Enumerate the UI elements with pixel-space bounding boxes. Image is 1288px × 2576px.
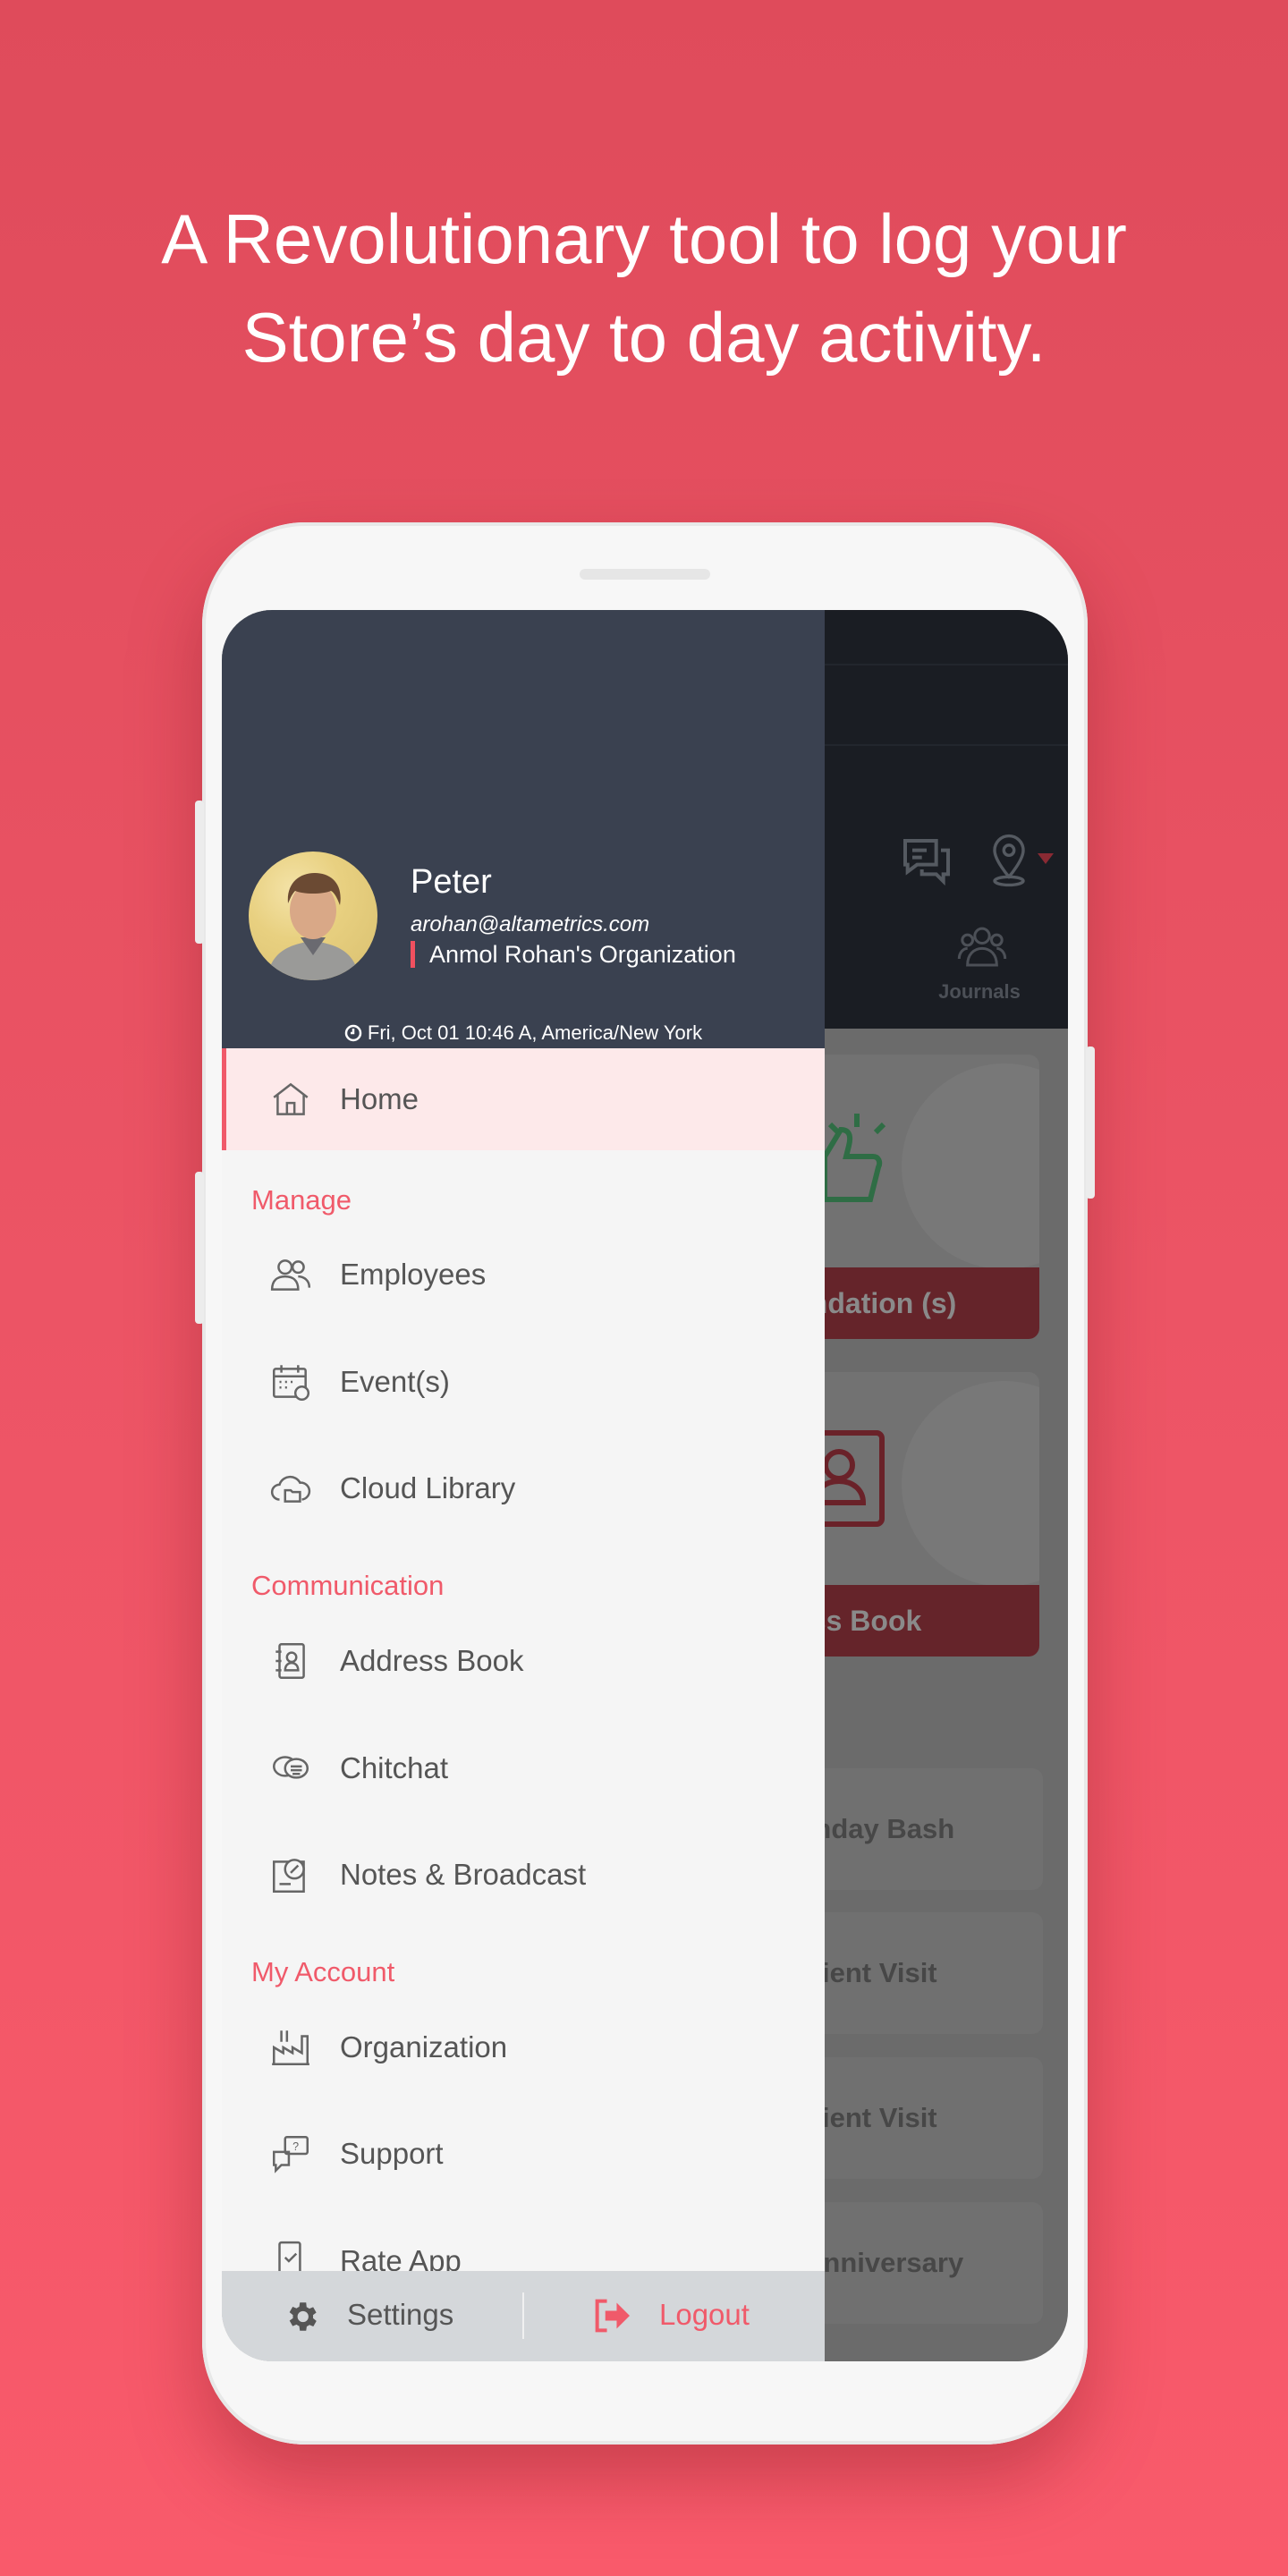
drawer-footer: Settings Logout (222, 2271, 825, 2361)
card-label: endation (s) (794, 1267, 1039, 1339)
address-book-icon (275, 1643, 305, 1679)
menu-item-notes-broadcast[interactable]: Notes & Broadcast (222, 1830, 825, 1919)
menu-label: Employees (340, 1258, 487, 1291)
home-icon (273, 1082, 309, 1115)
navigation-drawer: Peter arohan@altametrics.com Anmol Rohan… (222, 610, 825, 2361)
datetime-text: Fri, Oct 01 10:46 A, America/New York (367, 1021, 703, 1044)
menu-item-home-content[interactable]: Home (222, 1055, 825, 1144)
menu-item-support[interactable]: ? Support (222, 2109, 825, 2199)
phone-speaker (580, 569, 710, 580)
avatar[interactable] (249, 852, 377, 980)
settings-label: Settings (347, 2298, 454, 2331)
menu-item-employees[interactable]: Employees (222, 1230, 825, 1319)
location-icon[interactable] (984, 832, 1034, 889)
organization-name[interactable]: Anmol Rohan's Organization (411, 941, 736, 968)
menu-item-address-book[interactable]: Address Book (222, 1616, 825, 1706)
list-item[interactable]: Client Visit (794, 2057, 1043, 2179)
chat-icon (273, 1756, 309, 1779)
svg-text:?: ? (292, 2140, 299, 2153)
broadcast-icon (273, 1859, 305, 1893)
menu-label: Chitchat (340, 1751, 449, 1784)
menu-label: Notes & Broadcast (340, 1858, 587, 1891)
section-my-account: My Account (251, 1956, 395, 1987)
logout-label: Logout (659, 2298, 750, 2331)
phone-side-button (195, 1172, 204, 1324)
chat-icon[interactable] (898, 834, 955, 891)
dashboard-card[interactable]: endation (s) (794, 1055, 1039, 1339)
logout-button[interactable]: Logout (524, 2271, 825, 2361)
dropdown-caret-icon[interactable] (1038, 853, 1054, 864)
headline-line-2: Store’s day to day activity. (242, 298, 1046, 377)
menu-item-chitchat[interactable]: Chitchat (222, 1724, 825, 1813)
settings-button[interactable]: Settings (222, 2271, 522, 2361)
phone-side-button (195, 801, 204, 944)
menu-label: Home (340, 1082, 419, 1115)
phone-side-button (1086, 1046, 1095, 1199)
journals-icon[interactable] (957, 923, 1007, 970)
list-item[interactable]: Client Visit (794, 1912, 1043, 2034)
dashboard-card[interactable]: ess Book (794, 1372, 1039, 1657)
user-email: arohan@altametrics.com (411, 912, 650, 936)
user-name: Peter (411, 863, 492, 901)
cloud-folder-icon (271, 1475, 311, 1503)
headline: A Revolutionary tool to log your Store’s… (0, 190, 1288, 386)
card-label: ess Book (794, 1585, 1039, 1657)
employees-icon (270, 1259, 311, 1291)
gear-icon (289, 2302, 317, 2331)
menu-label: Support (340, 2137, 444, 2170)
tab-journals[interactable]: Journals (919, 980, 1039, 1004)
list-item[interactable]: Anniversary (794, 2202, 1043, 2324)
section-manage: Manage (251, 1184, 352, 1216)
section-communication: Communication (251, 1570, 445, 1601)
menu-label: Address Book (340, 1644, 524, 1677)
menu-label: Cloud Library (340, 1471, 516, 1504)
clock-icon (344, 1024, 362, 1042)
support-icon: ? (273, 2136, 309, 2174)
menu-item-events[interactable]: Event(s) (222, 1337, 825, 1427)
list-item[interactable]: rthday Bash (794, 1768, 1043, 1890)
drawer-header: Peter arohan@altametrics.com Anmol Rohan… (222, 610, 825, 1048)
headline-line-1: A Revolutionary tool to log your (161, 199, 1127, 278)
datetime: Fri, Oct 01 10:46 A, America/New York (222, 1021, 825, 1045)
menu-item-organization[interactable]: Organization (222, 2003, 825, 2092)
menu-item-cloud-library[interactable]: Cloud Library (222, 1444, 825, 1533)
factory-icon (272, 2030, 309, 2065)
phone-screen: Journals endation (s) ess Book rthday Ba… (222, 610, 1068, 2361)
menu-label: Organization (340, 2030, 508, 2063)
menu-label: Event(s) (340, 1365, 450, 1398)
logout-icon (595, 2299, 630, 2333)
calendar-icon (273, 1365, 310, 1402)
